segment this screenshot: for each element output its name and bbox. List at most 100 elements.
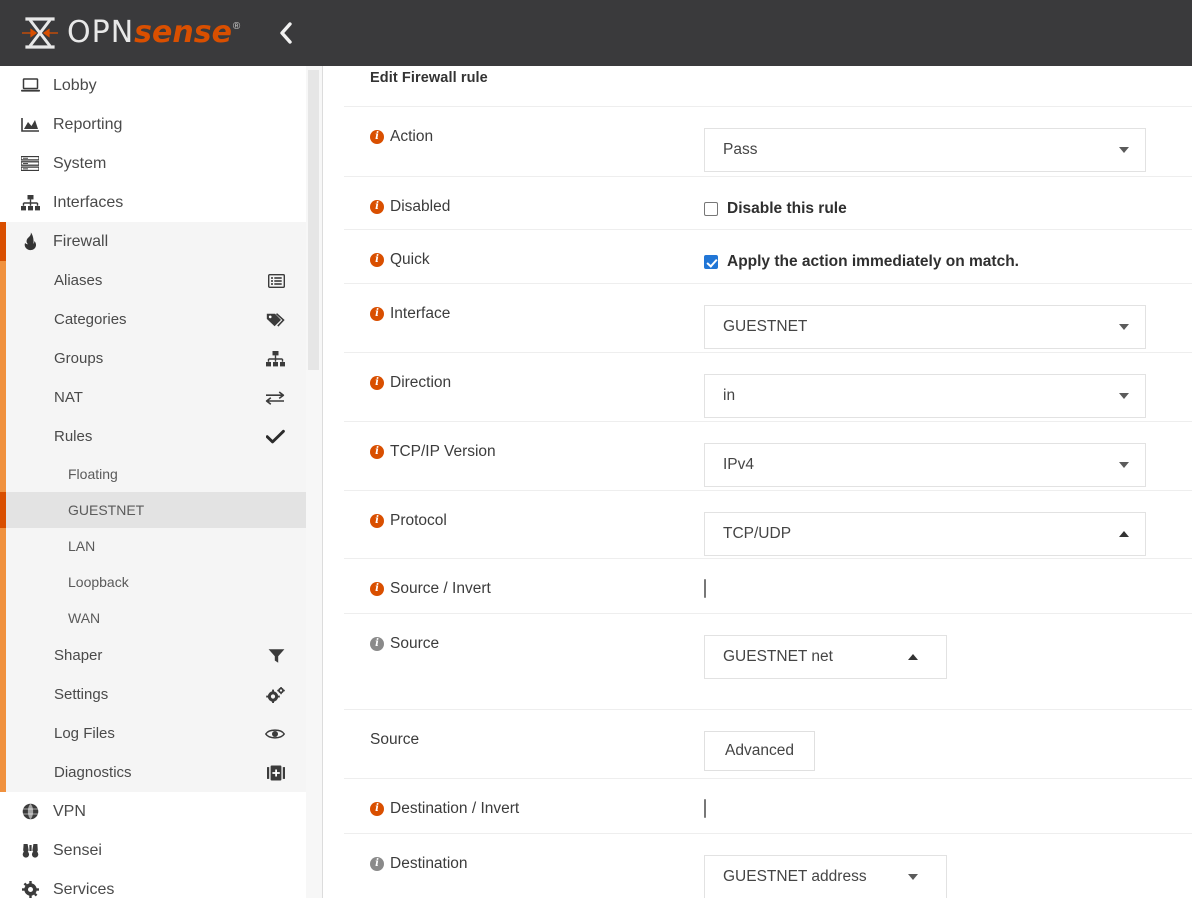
list-alt-icon [268,274,285,288]
sidebar-item-lan[interactable]: LAN [0,528,306,564]
sidebar-item-sensei[interactable]: Sensei [0,831,306,870]
form-row-protocol: i Protocol TCP/UDP [344,490,1192,558]
globe-icon [17,803,43,820]
info-icon[interactable]: i [370,130,384,144]
sidebar-item-loopback[interactable]: Loopback [0,564,306,600]
firewall-rule-form: i Action Pass i Disabled Disable this ru… [344,106,1192,898]
sidebar-firewall-submenu: Aliases Categories Groups NAT Rules [0,261,306,792]
info-icon[interactable]: i [370,802,384,816]
field-label-text: Action [390,128,433,146]
field-label-text: Interface [390,305,450,323]
destination-select[interactable]: GUESTNET address [704,855,947,898]
sidebar-item-nat[interactable]: NAT [0,378,306,417]
sidebar-item-label: Categories [54,311,127,328]
sidebar-item-interfaces[interactable]: Interfaces [0,183,306,222]
laptop-icon [17,78,43,93]
chevron-left-icon [278,21,294,45]
direction-select-value: in [723,387,735,405]
form-row-source: i Source GUESTNET net [344,613,1192,709]
field-label-text: Source / Invert [390,580,491,598]
form-row-action: i Action Pass [344,106,1192,176]
collapse-sidebar-button[interactable] [273,18,299,48]
sidebar-item-label: Shaper [54,647,102,664]
source-advanced-button[interactable]: Advanced [704,731,815,771]
sidebar-item-diagnostics[interactable]: Diagnostics [0,753,306,792]
sidebar-item-lobby[interactable]: Lobby [0,66,306,105]
info-icon[interactable]: i [370,857,384,871]
logo-opn-text: OPN [67,18,134,48]
sidebar-item-label: Lobby [53,77,306,95]
sidebar-item-aliases[interactable]: Aliases [0,261,306,300]
sidebar-item-log-files[interactable]: Log Files [0,714,306,753]
sidebar-item-label: Reporting [53,116,306,134]
form-row-source-advanced: Source Advanced [344,709,1192,778]
sidebar-scrollbar-thumb[interactable] [308,70,319,370]
sidebar-item-shaper[interactable]: Shaper [0,636,306,675]
sidebar-item-label: Diagnostics [54,764,132,781]
form-row-destination-invert: i Destination / Invert [344,778,1192,833]
form-row-quick: i Quick Apply the action immediately on … [344,229,1192,283]
sidebar-item-groups[interactable]: Groups [0,339,306,378]
sidebar-navigation[interactable]: Lobby Reporting System Interfaces Firewa… [0,66,306,898]
interface-select[interactable]: GUESTNET [704,305,1146,349]
source-select[interactable]: GUESTNET net [704,635,947,679]
info-icon[interactable]: i [370,514,384,528]
sidebar-item-label: WAN [68,610,100,626]
protocol-select-value: TCP/UDP [723,525,791,543]
destination-invert-checkbox[interactable] [704,799,706,818]
sidebar-item-wan[interactable]: WAN [0,600,306,636]
field-label-text: Destination [390,855,468,873]
chevron-down-icon [1119,324,1129,330]
field-label-text: Disabled [390,198,450,216]
info-icon[interactable]: i [370,582,384,596]
sidebar-item-guestnet[interactable]: GUESTNET [0,492,306,528]
sidebar-item-services[interactable]: Services [0,870,306,898]
info-icon[interactable]: i [370,445,384,459]
label-source-invert: i Source / Invert [344,580,704,598]
info-icon[interactable]: i [370,376,384,390]
sidebar-item-floating[interactable]: Floating [0,456,306,492]
info-icon[interactable]: i [370,637,384,651]
label-destination: i Destination [344,855,704,873]
binoculars-icon [17,842,43,859]
main-content-area: Edit Firewall rule i Action Pass i Disab… [323,66,1192,898]
label-action: i Action [344,128,704,146]
source-invert-checkbox[interactable] [704,579,706,598]
sidebar-item-label: Loopback [68,574,129,590]
sidebar-item-vpn[interactable]: VPN [0,792,306,831]
sidebar-item-firewall[interactable]: Firewall [0,222,306,261]
sidebar-item-settings[interactable]: Settings [0,675,306,714]
label-source-advanced: Source [344,731,704,749]
tcpip-version-select[interactable]: IPv4 [704,443,1146,487]
sidebar-item-label: VPN [53,803,306,821]
info-icon[interactable]: i [370,200,384,214]
direction-select[interactable]: in [704,374,1146,418]
sidebar-item-system[interactable]: System [0,144,306,183]
label-disabled: i Disabled [344,198,704,216]
filter-icon [268,648,285,663]
quick-apply-checkbox[interactable] [704,255,718,269]
label-quick: i Quick [344,251,704,269]
quick-apply-checkbox-label: Apply the action immediately on match. [727,253,1019,271]
sidebar-item-label: Rules [54,428,92,445]
sidebar-item-label: Sensei [53,842,306,860]
sidebar-item-label: GUESTNET [68,502,144,518]
label-interface: i Interface [344,305,704,323]
sidebar-item-label: NAT [54,389,83,406]
sidebar-item-rules[interactable]: Rules [0,417,306,456]
field-label-text: Source [390,635,439,653]
form-row-tcpip-version: i TCP/IP Version IPv4 [344,421,1192,490]
info-icon[interactable]: i [370,253,384,267]
info-icon[interactable]: i [370,307,384,321]
action-select[interactable]: Pass [704,128,1146,172]
sidebar-item-label: Firewall [53,233,306,251]
opnsense-logo[interactable]: OPNsense® [22,16,239,50]
disable-rule-checkbox[interactable] [704,202,718,216]
top-header-bar: OPNsense® [0,0,1192,66]
field-label-text: Protocol [390,512,447,530]
sidebar-item-categories[interactable]: Categories [0,300,306,339]
source-select-value: GUESTNET net [723,648,833,666]
protocol-select[interactable]: TCP/UDP [704,512,1146,556]
chevron-up-icon [1119,531,1129,537]
sidebar-item-reporting[interactable]: Reporting [0,105,306,144]
